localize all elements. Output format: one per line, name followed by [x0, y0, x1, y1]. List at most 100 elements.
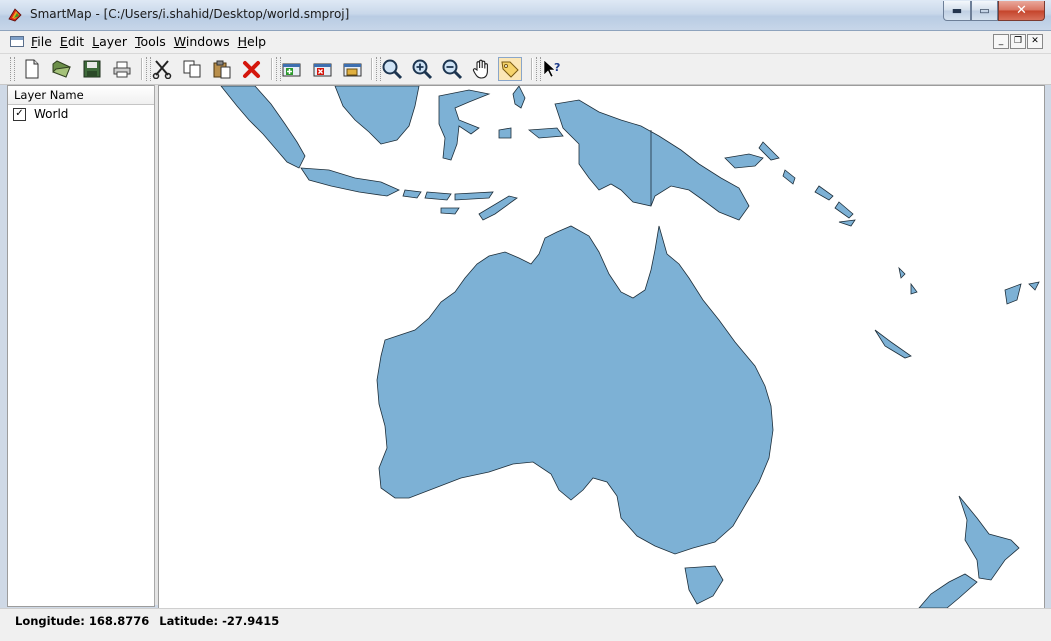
sulawesi-landmass: [438, 89, 491, 161]
checkmark-icon: ✓: [15, 108, 24, 119]
borneo-landmass: [334, 86, 420, 145]
remove-layer-button[interactable]: [310, 57, 334, 81]
cut-button[interactable]: [150, 57, 174, 81]
label-tag-icon: [501, 61, 519, 78]
new-britain-island: [724, 153, 764, 169]
zoom-in-icon: [412, 59, 433, 80]
add-layer-icon: [282, 63, 301, 77]
copy-button[interactable]: [180, 57, 204, 81]
layer-name: World: [34, 107, 69, 121]
minimize-button[interactable]: ▬: [943, 1, 971, 21]
close-button[interactable]: ✕: [998, 1, 1045, 21]
print-button[interactable]: [110, 57, 134, 81]
delete-icon: [243, 61, 260, 78]
map-canvas[interactable]: [158, 85, 1045, 609]
paste-button[interactable]: [210, 57, 234, 81]
smartmap-app-icon[interactable]: [7, 7, 23, 23]
sumba-island: [440, 207, 460, 215]
menu-edit[interactable]: Edit: [60, 34, 90, 49]
solomon-island: [834, 201, 854, 219]
layer-item-world[interactable]: ✓ World: [8, 105, 154, 123]
new-button[interactable]: [20, 57, 44, 81]
sumatra-landmass: [220, 86, 306, 169]
menu-tools[interactable]: Tools: [135, 34, 172, 49]
new-guinea-landmass: [554, 99, 750, 221]
vanuatu-island: [910, 282, 918, 295]
save-icon: [83, 60, 101, 78]
mdi-system-menu-icon[interactable]: [10, 36, 24, 47]
menu-layer[interactable]: Layer: [92, 34, 133, 49]
delete-button[interactable]: [240, 57, 264, 81]
solomon-island: [838, 219, 856, 227]
toolbar-separator: [141, 58, 143, 80]
mdi-minimize-button[interactable]: _: [993, 34, 1009, 49]
window-title: SmartMap - [C:/Users/i.shahid/Desktop/wo…: [30, 7, 350, 21]
save-button[interactable]: [80, 57, 104, 81]
fiji-island: [1028, 281, 1040, 291]
pan-button[interactable]: [470, 57, 494, 81]
remove-layer-icon: [313, 63, 332, 77]
maximize-icon: ▭: [979, 4, 990, 17]
zoom-icon: [382, 59, 403, 80]
menu-file[interactable]: File: [31, 34, 58, 49]
zoom-button[interactable]: [380, 57, 404, 81]
mdi-close-button[interactable]: ✕: [1027, 34, 1043, 49]
mdi-controls: _ ❐ ✕: [993, 34, 1043, 49]
zoom-out-icon: [442, 59, 463, 80]
new-zealand-north-island: [958, 495, 1020, 581]
vanuatu-island: [898, 266, 906, 279]
menu-help[interactable]: Help: [238, 34, 273, 49]
halmahera-island: [512, 86, 526, 109]
timor-island: [478, 195, 518, 221]
flores-island: [454, 191, 494, 201]
title-bar: SmartMap - [C:/Users/i.shahid/Desktop/wo…: [0, 0, 1051, 31]
layer-visibility-checkbox[interactable]: ✓: [13, 107, 26, 121]
svg-text:?: ?: [554, 61, 560, 74]
window-controls: ▬ ▭ ✕: [943, 1, 1045, 21]
open-button[interactable]: [50, 57, 74, 81]
solomon-island: [814, 185, 834, 201]
java-landmass: [300, 167, 400, 197]
layer-panel: Layer Name ✓ World: [7, 85, 155, 607]
buru-island: [498, 127, 512, 139]
layer-properties-icon: [343, 63, 362, 77]
zoom-in-button[interactable]: [410, 57, 434, 81]
paste-icon: [213, 60, 231, 79]
close-icon: ✕: [1016, 3, 1027, 18]
maximize-button[interactable]: ▭: [971, 1, 998, 21]
copy-icon: [183, 60, 201, 78]
latitude-readout: Latitude: -27.9415: [159, 614, 280, 628]
new-caledonia-island: [874, 329, 912, 359]
toolbar-separator: [531, 58, 533, 80]
label-button[interactable]: [498, 57, 522, 81]
add-layer-button[interactable]: [280, 57, 304, 81]
seram-island: [527, 127, 564, 139]
pan-hand-icon: [472, 59, 488, 79]
menu-items: File Edit Layer Tools Windows Help: [31, 34, 274, 49]
map-svg[interactable]: [159, 86, 1044, 608]
bali-lombok-island: [402, 189, 422, 199]
coordinate-readout: Longitude: 168.8776 Latitude: -27.9415: [15, 614, 289, 628]
toolbar: ?: [0, 54, 1051, 85]
toolbar-grip[interactable]: [10, 57, 15, 81]
mdi-restore-button[interactable]: ❐: [1010, 34, 1026, 49]
cut-icon: [152, 60, 172, 79]
status-bar: Longitude: 168.8776 Latitude: -27.9415: [0, 608, 1051, 641]
whats-this-help-icon: ?: [543, 59, 560, 78]
toolbar-separator: [371, 58, 373, 80]
longitude-readout: Longitude: 168.8776: [15, 614, 150, 628]
whats-this-button[interactable]: ?: [540, 57, 564, 81]
zoom-out-button[interactable]: [440, 57, 464, 81]
sumbawa-island: [424, 191, 452, 201]
layer-properties-button[interactable]: [340, 57, 364, 81]
print-icon: [113, 61, 131, 78]
tasmania-island: [684, 565, 724, 605]
menu-windows[interactable]: Windows: [174, 34, 236, 49]
menu-bar: File Edit Layer Tools Windows Help _ ❐ ✕: [0, 31, 1051, 54]
australia-landmass: [376, 225, 774, 555]
minimize-icon: ▬: [951, 4, 963, 17]
layer-column-header[interactable]: Layer Name: [8, 86, 154, 105]
fiji-island: [1004, 283, 1022, 305]
new-zealand-south-island: [918, 573, 978, 608]
open-folder-icon: [52, 60, 71, 78]
